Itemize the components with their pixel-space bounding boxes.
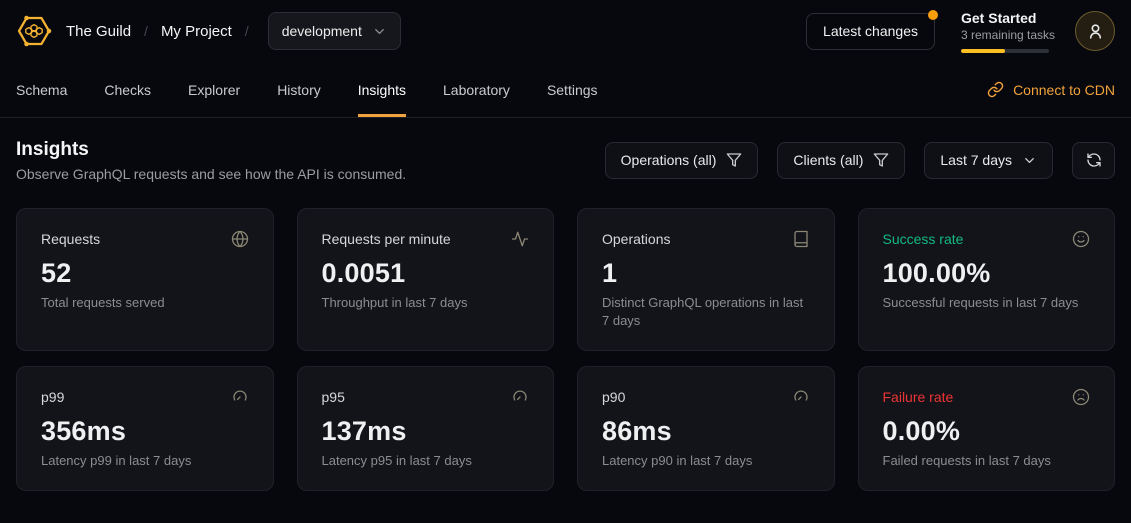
card-description: Latency p99 in last 7 days [41, 452, 249, 470]
tab-schema[interactable]: Schema [16, 62, 67, 117]
period-selector-label: Last 7 days [940, 152, 1012, 168]
connect-to-cdn-link[interactable]: Connect to CDN [987, 62, 1115, 117]
refresh-button[interactable] [1072, 142, 1115, 179]
card-description: Throughput in last 7 days [322, 294, 530, 312]
page-title: Insights [16, 138, 406, 162]
period-selector[interactable]: Last 7 days [924, 142, 1053, 179]
operations-filter-button[interactable]: Operations (all) [605, 142, 759, 179]
card-description: Total requests served [41, 294, 249, 312]
clients-filter-button[interactable]: Clients (all) [777, 142, 905, 179]
stat-card-p90: p90 86ms Latency p90 in last 7 days [577, 366, 835, 491]
globe-icon [231, 230, 249, 248]
link-icon [987, 81, 1004, 98]
tab-insights[interactable]: Insights [358, 62, 406, 117]
card-title: Success rate [883, 230, 964, 248]
card-title: Failure rate [883, 388, 954, 406]
card-description: Distinct GraphQL operations in last 7 da… [602, 294, 810, 330]
breadcrumb-project[interactable]: My Project [161, 23, 232, 40]
stat-card-p95: p95 137ms Latency p95 in last 7 days [297, 366, 555, 491]
environment-selector[interactable]: development [268, 12, 401, 50]
clients-filter-label: Clients (all) [793, 152, 863, 168]
tab-settings[interactable]: Settings [547, 62, 598, 117]
card-value: 86ms [602, 415, 810, 447]
connect-to-cdn-label: Connect to CDN [1013, 82, 1115, 98]
card-value: 137ms [322, 415, 530, 447]
stat-card-success-rate: Success rate 100.00% Successful requests… [858, 208, 1116, 351]
stats-grid: Requests 52 Total requests served Reques… [16, 208, 1115, 491]
user-avatar[interactable] [1075, 11, 1115, 51]
card-title: Requests per minute [322, 230, 451, 248]
latest-changes-button[interactable]: Latest changes [806, 13, 935, 50]
card-value: 1 [602, 257, 810, 289]
app-header: The Guild / My Project / development Lat… [0, 0, 1131, 62]
breadcrumb-org[interactable]: The Guild [66, 23, 131, 40]
refresh-icon [1086, 152, 1102, 168]
filter-row: Operations (all) Clients (all) Last 7 da… [605, 142, 1115, 179]
tab-checks[interactable]: Checks [104, 62, 151, 117]
frown-icon [1072, 388, 1090, 406]
page-head: Insights Observe GraphQL requests and se… [16, 138, 1115, 182]
get-started-progress-fill [961, 49, 1005, 53]
card-description: Latency p95 in last 7 days [322, 452, 530, 470]
card-value: 0.0051 [322, 257, 530, 289]
get-started-subtitle: 3 remaining tasks [961, 28, 1049, 43]
stat-card-requests-per-minute: Requests per minute 0.0051 Throughput in… [297, 208, 555, 351]
book-icon [792, 230, 810, 248]
card-title: p95 [322, 388, 345, 406]
environment-selector-value: development [282, 23, 362, 39]
insights-page: Insights Observe GraphQL requests and se… [0, 118, 1131, 491]
get-started-title: Get Started [961, 10, 1049, 27]
card-value: 52 [41, 257, 249, 289]
notification-dot [928, 10, 938, 20]
gauge-icon [792, 388, 810, 406]
card-description: Failed requests in last 7 days [883, 452, 1091, 470]
project-nav: Schema Checks Explorer History Insights … [0, 62, 1131, 118]
card-value: 100.00% [883, 257, 1091, 289]
smile-icon [1072, 230, 1090, 248]
card-description: Successful requests in last 7 days [883, 294, 1091, 312]
stat-card-p99: p99 356ms Latency p99 in last 7 days [16, 366, 274, 491]
gauge-icon [231, 388, 249, 406]
stat-card-requests: Requests 52 Total requests served [16, 208, 274, 351]
operations-filter-label: Operations (all) [621, 152, 717, 168]
latest-changes-label: Latest changes [823, 23, 918, 39]
card-title: Operations [602, 230, 670, 248]
card-value: 356ms [41, 415, 249, 447]
get-started-widget[interactable]: Get Started 3 remaining tasks [961, 10, 1049, 53]
gauge-icon [511, 388, 529, 406]
chevron-down-icon [372, 24, 387, 39]
stat-card-failure-rate: Failure rate 0.00% Failed requests in la… [858, 366, 1116, 491]
card-value: 0.00% [883, 415, 1091, 447]
card-title: p90 [602, 388, 625, 406]
funnel-icon [726, 152, 742, 168]
header-right: Latest changes Get Started 3 remaining t… [806, 10, 1115, 53]
funnel-icon [873, 152, 889, 168]
activity-icon [511, 230, 529, 248]
breadcrumb-separator: / [245, 23, 249, 39]
stat-card-operations: Operations 1 Distinct GraphQL operations… [577, 208, 835, 351]
tab-history[interactable]: History [277, 62, 321, 117]
hive-logo[interactable] [16, 13, 52, 49]
page-head-text: Insights Observe GraphQL requests and se… [16, 138, 406, 182]
card-title: p99 [41, 388, 64, 406]
card-description: Latency p90 in last 7 days [602, 452, 810, 470]
page-description: Observe GraphQL requests and see how the… [16, 166, 406, 182]
user-icon [1086, 22, 1105, 41]
tab-explorer[interactable]: Explorer [188, 62, 240, 117]
get-started-progressbar [961, 49, 1049, 53]
card-title: Requests [41, 230, 100, 248]
tab-laboratory[interactable]: Laboratory [443, 62, 510, 117]
breadcrumb-separator: / [144, 23, 148, 39]
chevron-down-icon [1022, 153, 1037, 168]
